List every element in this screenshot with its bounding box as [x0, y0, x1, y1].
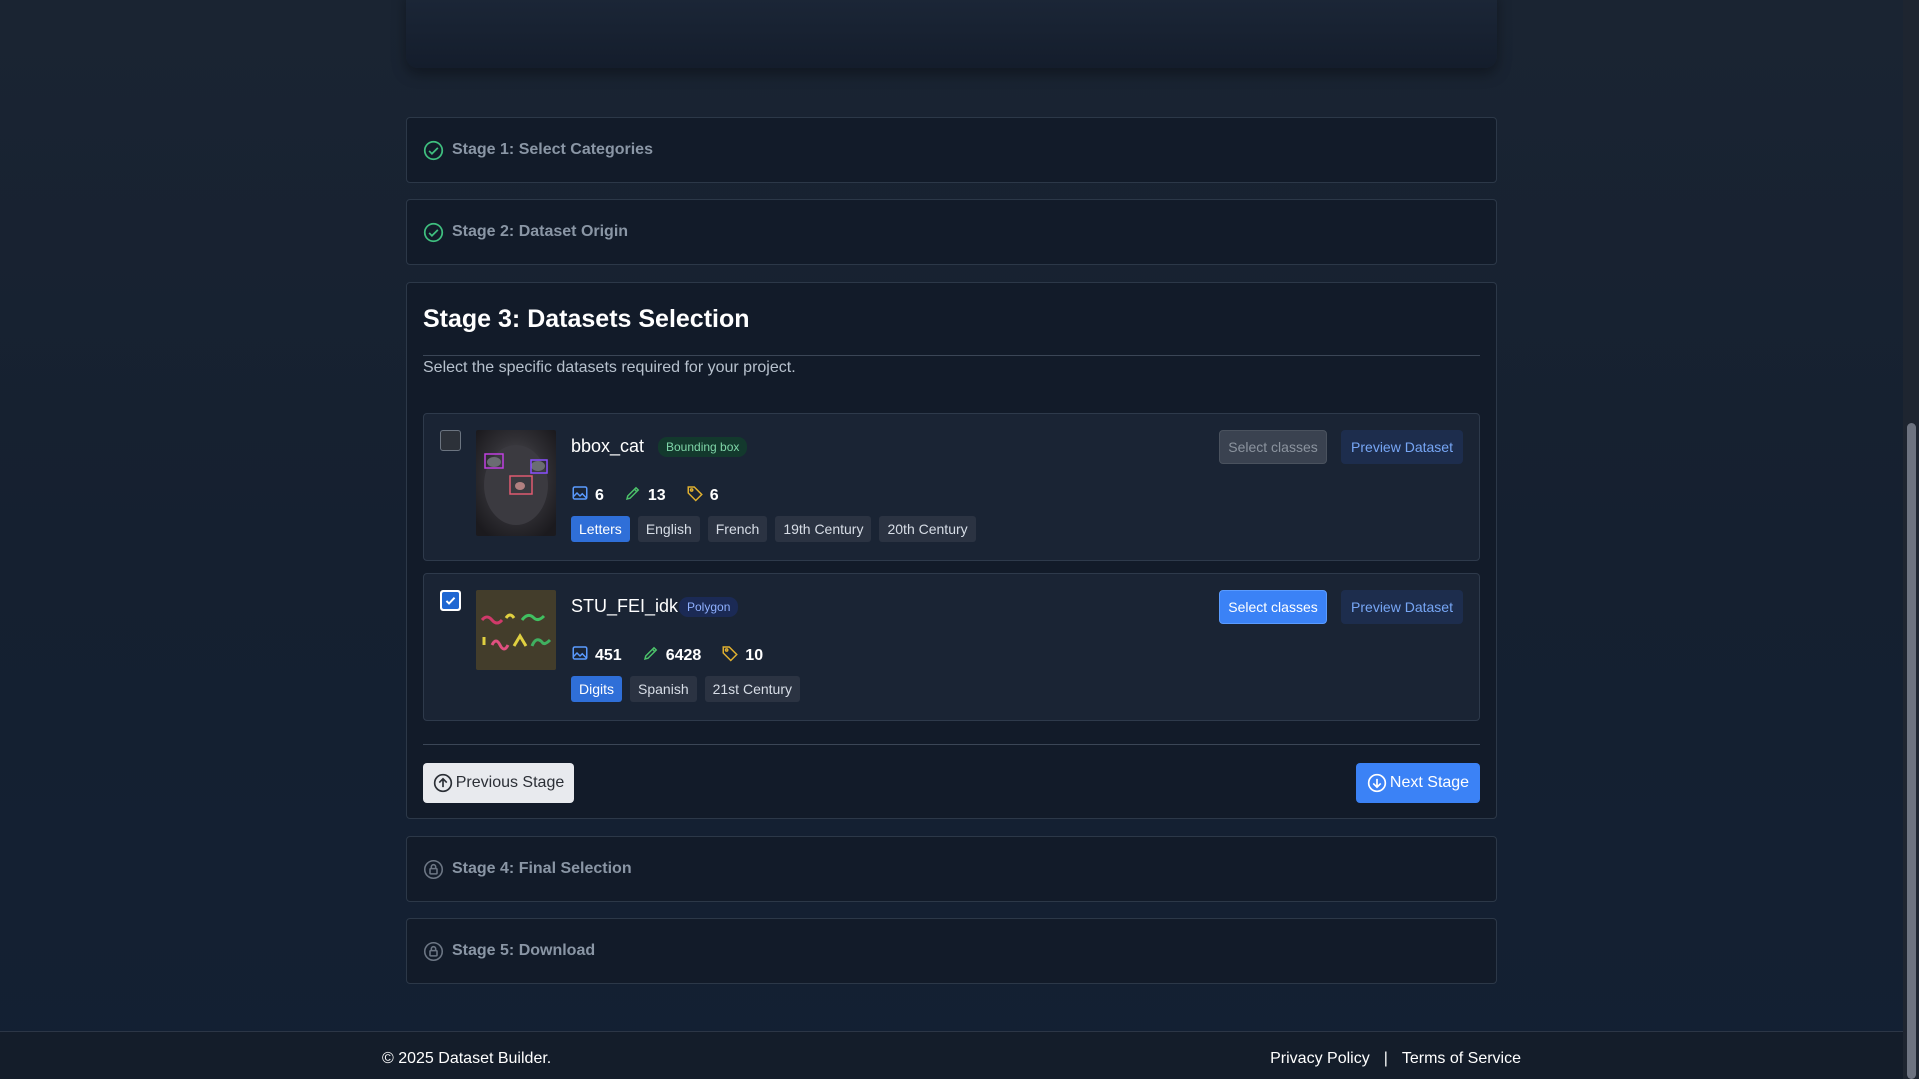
- stage-5-title: Stage 5: Download: [452, 942, 596, 959]
- annotation-count: 6428: [642, 644, 702, 667]
- check-circle-icon: [423, 222, 444, 243]
- stage-1-header[interactable]: Stage 1: Select Categories: [406, 117, 1497, 183]
- stage-3-description: Select the specific datasets required fo…: [423, 359, 796, 376]
- pencil-icon: [642, 644, 666, 667]
- preview-dataset-button[interactable]: Preview Dataset: [1341, 590, 1463, 624]
- scrollbar[interactable]: [1903, 0, 1919, 1079]
- class-count: 10: [721, 644, 763, 667]
- tag: French: [707, 516, 768, 542]
- divider: [423, 355, 1480, 356]
- tag-icon: [721, 644, 745, 667]
- divider: [423, 744, 1480, 745]
- annotation-count-value: 6428: [665, 646, 702, 664]
- previous-stage-button[interactable]: Previous Stage: [423, 763, 574, 803]
- scrollbar-thumb[interactable]: [1907, 423, 1916, 1079]
- dataset-stats: 451 6428 10: [571, 644, 783, 667]
- tag-list: Digits Spanish 21st Century: [571, 676, 808, 702]
- tag: 21st Century: [704, 676, 800, 702]
- dataset-name: bbox_cat: [571, 436, 645, 456]
- stage-4-title: Stage 4: Final Selection: [452, 860, 632, 877]
- dataset-card-bbox-cat: bbox_cat Bounding box 6 13 6 Letters Eng…: [423, 413, 1480, 561]
- image-count-value: 451: [595, 646, 622, 664]
- type-badge: Polygon: [679, 597, 739, 617]
- stage-5-header[interactable]: Stage 5: Download: [406, 918, 1497, 984]
- stage-3-title: Stage 3: Datasets Selection: [423, 305, 750, 333]
- arrow-down-circle-icon: [1367, 773, 1387, 793]
- stage-1-title: Stage 1: Select Categories: [452, 141, 653, 158]
- dataset-checkbox[interactable]: [440, 430, 461, 451]
- select-classes-button[interactable]: Select classes: [1219, 430, 1327, 464]
- stage-3-panel: Stage 3: Datasets Selection Select the s…: [406, 282, 1497, 819]
- tag: Spanish: [630, 676, 697, 702]
- class-count-value: 6: [709, 486, 719, 504]
- next-stage-label: Next Stage: [1389, 774, 1470, 791]
- tag: 20th Century: [879, 516, 976, 542]
- image-count: 451: [571, 644, 622, 667]
- stage-2-header[interactable]: Stage 2: Dataset Origin: [406, 199, 1497, 265]
- image-count: 6: [571, 484, 604, 507]
- page: Stage 1: Select Categories Stage 2: Data…: [0, 0, 1919, 1079]
- copyright-text: © 2025 Dataset Builder.: [382, 1050, 552, 1067]
- tag: Letters: [571, 516, 630, 542]
- image-icon: [571, 484, 595, 507]
- tag: English: [637, 516, 700, 542]
- check-circle-icon: [423, 140, 444, 161]
- annotation-count-value: 13: [647, 486, 666, 504]
- footer: © 2025 Dataset Builder. Privacy Policy |…: [0, 1031, 1903, 1079]
- image-icon: [571, 644, 595, 667]
- dataset-name: STU_FEI_idk: [571, 596, 679, 616]
- terms-of-service-link[interactable]: Terms of Service: [1402, 1050, 1521, 1068]
- lock-icon: [423, 859, 444, 880]
- privacy-policy-link[interactable]: Privacy Policy: [1270, 1050, 1370, 1068]
- dataset-thumbnail: [476, 430, 556, 536]
- arrow-up-circle-icon: [433, 773, 452, 793]
- dataset-card-stu-fei-idk: STU_FEI_idk Polygon 451 6428 10 Digits S…: [423, 573, 1480, 721]
- image-count-value: 6: [595, 486, 604, 504]
- dataset-checkbox[interactable]: [440, 590, 461, 611]
- dataset-stats: 6 13 6: [571, 484, 739, 507]
- stage-4-header[interactable]: Stage 4: Final Selection: [406, 836, 1497, 902]
- type-badge: Bounding box: [658, 437, 748, 457]
- next-stage-button[interactable]: Next Stage: [1356, 763, 1480, 803]
- footer-links: Privacy Policy | Terms of Service: [1270, 1050, 1521, 1068]
- separator: |: [1383, 1050, 1388, 1067]
- preview-dataset-button[interactable]: Preview Dataset: [1341, 430, 1463, 464]
- class-count: 6: [686, 484, 719, 507]
- tag-list: Letters English French 19th Century 20th…: [571, 516, 984, 542]
- tag: Digits: [571, 676, 623, 702]
- tag: 19th Century: [775, 516, 872, 542]
- tag-icon: [686, 484, 710, 507]
- checkmark-icon: [442, 592, 459, 609]
- select-classes-button[interactable]: Select classes: [1219, 590, 1327, 624]
- dataset-thumbnail: [476, 590, 556, 670]
- lock-icon: [423, 941, 444, 962]
- class-count-value: 10: [745, 646, 764, 664]
- previous-content-card: [406, 0, 1497, 68]
- pencil-icon: [624, 484, 648, 507]
- stage-2-title: Stage 2: Dataset Origin: [452, 223, 629, 240]
- previous-stage-label: Previous Stage: [455, 774, 565, 791]
- annotation-count: 13: [624, 484, 666, 507]
